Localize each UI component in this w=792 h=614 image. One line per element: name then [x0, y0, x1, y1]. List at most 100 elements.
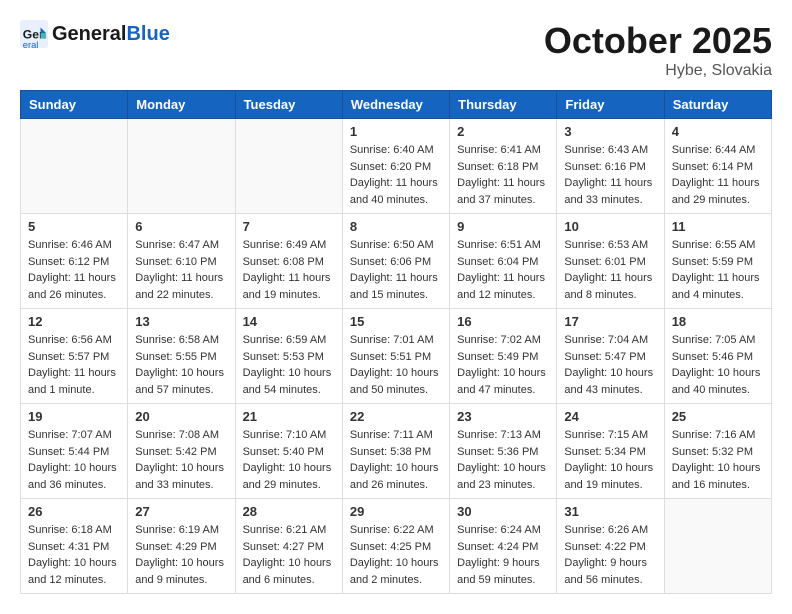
day-number: 26	[28, 504, 120, 519]
calendar-cell: 13 Sunrise: 6:58 AM Sunset: 5:55 PM Dayli…	[128, 309, 235, 404]
day-number: 24	[564, 409, 656, 424]
logo-blue: Blue	[126, 23, 169, 45]
day-number: 19	[28, 409, 120, 424]
calendar-cell	[128, 119, 235, 214]
day-info: Sunrise: 6:22 AM Sunset: 4:25 PM Dayligh…	[350, 522, 442, 588]
weekday-header-tuesday: Tuesday	[235, 91, 342, 119]
day-number: 16	[457, 314, 549, 329]
day-info: Sunrise: 7:08 AM Sunset: 5:42 PM Dayligh…	[135, 427, 227, 493]
day-info: Sunrise: 6:44 AM Sunset: 6:14 PM Dayligh…	[672, 142, 764, 208]
calendar-cell: 18 Sunrise: 7:05 AM Sunset: 5:46 PM Dayli…	[664, 309, 771, 404]
calendar-cell: 22Sunrise: 7:11 AM Sunset: 5:38 PM Dayli…	[342, 404, 449, 499]
day-info: Sunrise: 6:21 AM Sunset: 4:27 PM Dayligh…	[243, 522, 335, 588]
day-number: 9	[457, 219, 549, 234]
calendar-cell: 21 Sunrise: 7:10 AM Sunset: 5:40 PM Dayli…	[235, 404, 342, 499]
weekday-header-monday: Monday	[128, 91, 235, 119]
month-title: October 2025	[544, 20, 772, 62]
calendar-cell: 24 Sunrise: 7:15 AM Sunset: 5:34 PM Dayli…	[557, 404, 664, 499]
day-number: 15	[350, 314, 442, 329]
day-number: 4	[672, 124, 764, 139]
day-number: 12	[28, 314, 120, 329]
week-row-5: 26 Sunrise: 6:18 AM Sunset: 4:31 PM Dayli…	[21, 499, 772, 594]
day-info: Sunrise: 7:04 AM Sunset: 5:47 PM Dayligh…	[564, 332, 656, 398]
weekday-header-thursday: Thursday	[450, 91, 557, 119]
calendar-cell: 28 Sunrise: 6:21 AM Sunset: 4:27 PM Dayli…	[235, 499, 342, 594]
day-number: 21	[243, 409, 335, 424]
day-number: 28	[243, 504, 335, 519]
day-number: 8	[350, 219, 442, 234]
day-number: 1	[350, 124, 442, 139]
calendar-cell: 30Sunrise: 6:24 AM Sunset: 4:24 PM Dayli…	[450, 499, 557, 594]
calendar-cell: 27 Sunrise: 6:19 AM Sunset: 4:29 PM Dayli…	[128, 499, 235, 594]
calendar-cell: 1 Sunrise: 6:40 AM Sunset: 6:20 PM Daylig…	[342, 119, 449, 214]
page-header: Gen eral GeneralBlue October 2025 Hybe, …	[20, 20, 772, 80]
day-info: Sunrise: 6:41 AM Sunset: 6:18 PM Dayligh…	[457, 142, 549, 208]
day-info: Sunrise: 6:51 AM Sunset: 6:04 PM Dayligh…	[457, 237, 549, 303]
calendar-cell: 25 Sunrise: 7:16 AM Sunset: 5:32 PM Dayli…	[664, 404, 771, 499]
day-info: Sunrise: 7:16 AM Sunset: 5:32 PM Dayligh…	[672, 427, 764, 493]
calendar-cell: 19Sunrise: 7:07 AM Sunset: 5:44 PM Dayli…	[21, 404, 128, 499]
day-number: 20	[135, 409, 227, 424]
day-number: 13	[135, 314, 227, 329]
day-info: Sunrise: 6:18 AM Sunset: 4:31 PM Dayligh…	[28, 522, 120, 588]
calendar-cell: 17Sunrise: 7:04 AM Sunset: 5:47 PM Dayli…	[557, 309, 664, 404]
day-info: Sunrise: 6:58 AM Sunset: 5:55 PM Dayligh…	[135, 332, 227, 398]
day-info: Sunrise: 6:56 AM Sunset: 5:57 PM Dayligh…	[28, 332, 120, 398]
day-number: 11	[672, 219, 764, 234]
day-number: 14	[243, 314, 335, 329]
day-info: Sunrise: 7:05 AM Sunset: 5:46 PM Dayligh…	[672, 332, 764, 398]
week-row-3: 12 Sunrise: 6:56 AM Sunset: 5:57 PM Dayli…	[21, 309, 772, 404]
day-info: Sunrise: 6:40 AM Sunset: 6:20 PM Dayligh…	[350, 142, 442, 208]
day-number: 22	[350, 409, 442, 424]
day-info: Sunrise: 7:10 AM Sunset: 5:40 PM Dayligh…	[243, 427, 335, 493]
weekday-header-friday: Friday	[557, 91, 664, 119]
location: Hybe, Slovakia	[544, 62, 772, 80]
day-number: 2	[457, 124, 549, 139]
day-number: 27	[135, 504, 227, 519]
day-info: Sunrise: 6:26 AM Sunset: 4:22 PM Dayligh…	[564, 522, 656, 588]
calendar-cell: 7Sunrise: 6:49 AM Sunset: 6:08 PM Daylig…	[235, 214, 342, 309]
calendar-cell: 16 Sunrise: 7:02 AM Sunset: 5:49 PM Dayli…	[450, 309, 557, 404]
calendar-cell: 12 Sunrise: 6:56 AM Sunset: 5:57 PM Dayli…	[21, 309, 128, 404]
calendar-cell: 8Sunrise: 6:50 AM Sunset: 6:06 PM Daylig…	[342, 214, 449, 309]
day-number: 5	[28, 219, 120, 234]
calendar-cell: 10 Sunrise: 6:53 AM Sunset: 6:01 PM Dayli…	[557, 214, 664, 309]
calendar-table: SundayMondayTuesdayWednesdayThursdayFrid…	[20, 90, 772, 594]
day-number: 6	[135, 219, 227, 234]
day-info: Sunrise: 6:24 AM Sunset: 4:24 PM Dayligh…	[457, 522, 549, 588]
weekday-header-wednesday: Wednesday	[342, 91, 449, 119]
calendar-cell	[235, 119, 342, 214]
day-info: Sunrise: 6:49 AM Sunset: 6:08 PM Dayligh…	[243, 237, 335, 303]
day-info: Sunrise: 7:02 AM Sunset: 5:49 PM Dayligh…	[457, 332, 549, 398]
calendar-cell: 14 Sunrise: 6:59 AM Sunset: 5:53 PM Dayli…	[235, 309, 342, 404]
day-info: Sunrise: 6:47 AM Sunset: 6:10 PM Dayligh…	[135, 237, 227, 303]
title-block: October 2025 Hybe, Slovakia	[544, 20, 772, 80]
calendar-cell: 15 Sunrise: 7:01 AM Sunset: 5:51 PM Dayli…	[342, 309, 449, 404]
week-row-2: 5 Sunrise: 6:46 AM Sunset: 6:12 PM Daylig…	[21, 214, 772, 309]
calendar-cell	[21, 119, 128, 214]
svg-text:eral: eral	[23, 40, 39, 48]
day-number: 31	[564, 504, 656, 519]
day-info: Sunrise: 6:53 AM Sunset: 6:01 PM Dayligh…	[564, 237, 656, 303]
day-info: Sunrise: 7:01 AM Sunset: 5:51 PM Dayligh…	[350, 332, 442, 398]
calendar-cell: 26 Sunrise: 6:18 AM Sunset: 4:31 PM Dayli…	[21, 499, 128, 594]
day-info: Sunrise: 7:13 AM Sunset: 5:36 PM Dayligh…	[457, 427, 549, 493]
calendar-cell: 3Sunrise: 6:43 AM Sunset: 6:16 PM Daylig…	[557, 119, 664, 214]
calendar-cell	[664, 499, 771, 594]
calendar-cell: 4 Sunrise: 6:44 AM Sunset: 6:14 PM Daylig…	[664, 119, 771, 214]
calendar-cell: 2 Sunrise: 6:41 AM Sunset: 6:18 PM Daylig…	[450, 119, 557, 214]
day-number: 25	[672, 409, 764, 424]
weekday-header-sunday: Sunday	[21, 91, 128, 119]
day-info: Sunrise: 6:55 AM Sunset: 5:59 PM Dayligh…	[672, 237, 764, 303]
day-number: 18	[672, 314, 764, 329]
day-number: 10	[564, 219, 656, 234]
calendar-cell: 11 Sunrise: 6:55 AM Sunset: 5:59 PM Dayli…	[664, 214, 771, 309]
day-info: Sunrise: 6:59 AM Sunset: 5:53 PM Dayligh…	[243, 332, 335, 398]
week-row-4: 19Sunrise: 7:07 AM Sunset: 5:44 PM Dayli…	[21, 404, 772, 499]
day-info: Sunrise: 7:15 AM Sunset: 5:34 PM Dayligh…	[564, 427, 656, 493]
day-info: Sunrise: 6:43 AM Sunset: 6:16 PM Dayligh…	[564, 142, 656, 208]
calendar-cell: 29Sunrise: 6:22 AM Sunset: 4:25 PM Dayli…	[342, 499, 449, 594]
day-info: Sunrise: 6:19 AM Sunset: 4:29 PM Dayligh…	[135, 522, 227, 588]
day-info: Sunrise: 6:46 AM Sunset: 6:12 PM Dayligh…	[28, 237, 120, 303]
logo: Gen eral GeneralBlue	[20, 20, 170, 48]
